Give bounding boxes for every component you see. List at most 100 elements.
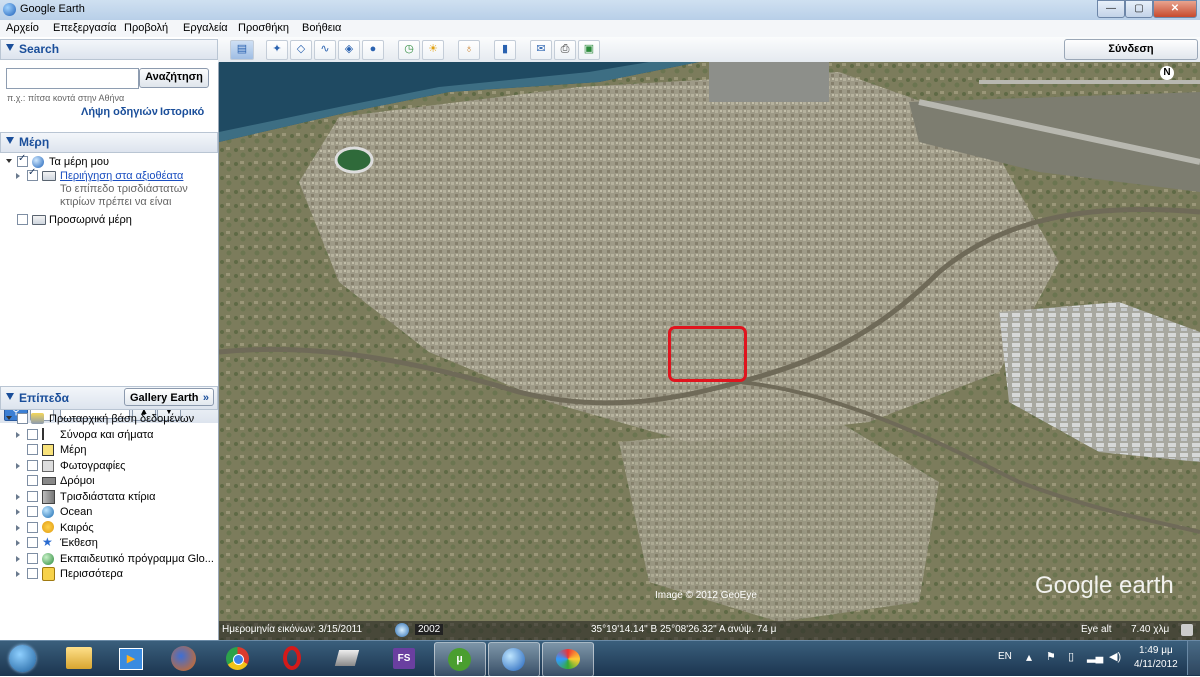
show-desktop-button[interactable] bbox=[1187, 641, 1200, 675]
layer-roads[interactable]: Δρόμοι bbox=[0, 474, 216, 489]
menu-tools[interactable]: Εργαλεία bbox=[183, 22, 228, 34]
taskbar-google-earth[interactable] bbox=[488, 642, 540, 677]
layer-education[interactable]: Εκπαιδευτικό πρόγραμμα Glo... bbox=[0, 552, 216, 567]
sunlight-icon[interactable]: ☀ bbox=[422, 40, 444, 60]
directions-link[interactable]: Λήψη οδηγιών bbox=[81, 106, 158, 118]
expand-arrow-icon[interactable] bbox=[16, 432, 20, 438]
tray-expand-icon[interactable]: ▴ bbox=[1026, 650, 1032, 664]
record-tour-icon[interactable]: ● bbox=[362, 40, 384, 60]
star-icon: ★ bbox=[42, 535, 53, 549]
network-icon[interactable]: ▂▄ bbox=[1087, 650, 1103, 663]
maximize-button[interactable]: ▢ bbox=[1125, 0, 1153, 18]
checkbox[interactable] bbox=[27, 537, 38, 548]
volume-icon[interactable]: ◀) bbox=[1109, 650, 1121, 663]
layer-borders[interactable]: Σύνορα και σήματα bbox=[0, 428, 216, 443]
taskbar-tool[interactable] bbox=[322, 642, 372, 675]
layer-more[interactable]: Περισσότερα bbox=[0, 567, 216, 582]
layer-ocean[interactable]: Ocean bbox=[0, 505, 216, 520]
taskbar-opera[interactable] bbox=[268, 642, 318, 675]
imagery-year[interactable]: 2002 bbox=[415, 624, 444, 635]
checkbox[interactable] bbox=[27, 475, 38, 486]
place-temporary[interactable]: Προσωρινά μέρη bbox=[0, 213, 216, 228]
checkbox[interactable] bbox=[27, 522, 38, 533]
layer-weather[interactable]: Καιρός bbox=[0, 521, 216, 536]
gallery-earth-button[interactable]: Gallery Earth» bbox=[124, 388, 214, 406]
language-indicator[interactable]: EN bbox=[998, 651, 1012, 662]
checkbox[interactable] bbox=[17, 413, 28, 424]
checkbox[interactable] bbox=[27, 506, 38, 517]
search-panel-header[interactable]: Search bbox=[0, 39, 218, 60]
add-path-icon[interactable]: ∿ bbox=[314, 40, 336, 60]
planets-icon[interactable]: ♁ bbox=[458, 40, 480, 60]
historical-imagery-icon[interactable]: ◷ bbox=[398, 40, 420, 60]
expand-arrow-icon[interactable] bbox=[16, 525, 20, 531]
taskbar-utorrent[interactable]: µ bbox=[434, 642, 486, 677]
add-polygon-icon[interactable]: ◇ bbox=[290, 40, 312, 60]
expand-arrow-icon[interactable] bbox=[16, 494, 20, 500]
layer-primary-db[interactable]: Πρωταρχική βάση δεδομένων bbox=[0, 412, 216, 427]
search-button[interactable]: Αναζήτηση bbox=[139, 68, 209, 88]
add-overlay-icon[interactable]: ◈ bbox=[338, 40, 360, 60]
checkbox[interactable] bbox=[27, 491, 38, 502]
expand-arrow-icon[interactable] bbox=[16, 556, 20, 562]
menu-add[interactable]: Προσθήκη bbox=[238, 22, 289, 34]
menu-help[interactable]: Βοήθεια bbox=[302, 22, 341, 34]
checkbox[interactable] bbox=[27, 429, 38, 440]
checkbox[interactable] bbox=[27, 167, 38, 181]
taskbar-paint[interactable] bbox=[542, 642, 594, 677]
add-placemark-icon[interactable]: ✦ bbox=[266, 40, 288, 60]
clock-date[interactable]: 4/11/2012 bbox=[1134, 659, 1178, 670]
checkbox[interactable] bbox=[27, 553, 38, 564]
expand-arrow-icon[interactable] bbox=[16, 540, 20, 546]
expand-arrow-icon[interactable] bbox=[16, 173, 20, 179]
places-header-label: Μέρη bbox=[19, 135, 50, 149]
historical-imagery-clock-icon[interactable] bbox=[395, 623, 409, 637]
checkbox[interactable] bbox=[17, 153, 28, 167]
taskbar-chrome[interactable] bbox=[213, 642, 263, 675]
clock-time[interactable]: 1:49 μμ bbox=[1139, 645, 1173, 656]
layer-places[interactable]: Μέρη bbox=[0, 443, 216, 458]
start-button[interactable] bbox=[0, 642, 46, 675]
checkbox[interactable] bbox=[17, 214, 28, 225]
place-tour[interactable]: Περιήγηση στα αξιοθέατα bbox=[0, 167, 216, 184]
checkbox[interactable] bbox=[27, 460, 38, 471]
map-view[interactable]: N Image © 2012 GeoEye Google earth bbox=[219, 62, 1200, 640]
close-button[interactable]: ✕ bbox=[1153, 0, 1197, 18]
search-input[interactable] bbox=[6, 68, 139, 89]
menu-view[interactable]: Προβολή bbox=[124, 22, 168, 34]
expand-arrow-icon[interactable] bbox=[6, 159, 12, 163]
layer-3d-buildings[interactable]: Τρισδιάστατα κτίρια bbox=[0, 490, 216, 505]
layer-gallery[interactable]: ★ Έκθεση bbox=[0, 536, 216, 551]
checkbox[interactable] bbox=[27, 444, 38, 455]
menu-edit[interactable]: Επεξεργασία bbox=[53, 22, 116, 34]
expand-arrow-icon[interactable] bbox=[6, 416, 12, 420]
print-icon[interactable]: ⎙ bbox=[554, 40, 576, 60]
minimize-button[interactable]: — bbox=[1097, 0, 1125, 18]
layer-photos[interactable]: Φωτογραφίες bbox=[0, 459, 216, 474]
expand-arrow-icon[interactable] bbox=[16, 571, 20, 577]
taskbar-media[interactable]: ▶ bbox=[106, 642, 156, 675]
save-image-icon[interactable]: ▣ bbox=[578, 40, 600, 60]
sidebar-toggle-icon[interactable]: ▤ bbox=[230, 40, 254, 60]
menu-file[interactable]: Αρχείο bbox=[6, 22, 39, 34]
status-bar-toggle-icon[interactable] bbox=[1181, 624, 1193, 636]
north-compass-icon[interactable]: N bbox=[1160, 66, 1174, 80]
taskbar-explorer[interactable] bbox=[54, 642, 104, 675]
taskbar-firefox[interactable] bbox=[159, 642, 209, 675]
battery-icon[interactable]: ▯ bbox=[1068, 650, 1074, 663]
places-panel-header[interactable]: Μέρη bbox=[0, 132, 218, 153]
sidebar: Search Αναζήτηση π.χ.: πίτσα κοντά στην … bbox=[0, 37, 219, 640]
sign-in-button[interactable]: Σύνδεση bbox=[1064, 39, 1198, 60]
flag-notification-icon[interactable]: ⚑ bbox=[1046, 650, 1056, 663]
taskbar-fs[interactable]: FS bbox=[379, 642, 429, 675]
tour-link[interactable]: Περιήγηση στα αξιοθέατα bbox=[60, 170, 183, 182]
expand-arrow-icon[interactable] bbox=[16, 463, 20, 469]
history-link[interactable]: Ιστορικό bbox=[160, 106, 204, 118]
email-icon[interactable]: ✉ bbox=[530, 40, 552, 60]
tool-icon bbox=[334, 650, 360, 666]
layers-panel-header[interactable]: Επίπεδα Gallery Earth» bbox=[0, 386, 218, 410]
checkbox[interactable] bbox=[27, 568, 38, 579]
ruler-icon[interactable]: ▮ bbox=[494, 40, 516, 60]
expand-arrow-icon[interactable] bbox=[16, 509, 20, 515]
collapse-triangle-icon bbox=[6, 393, 14, 400]
